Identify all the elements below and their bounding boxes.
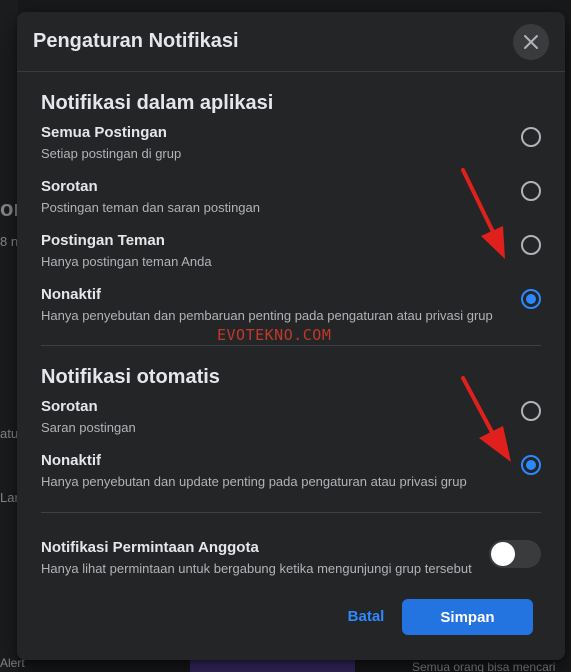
background-fragment: Lar (0, 490, 19, 505)
section-divider (41, 345, 541, 346)
radio-all-posts[interactable] (521, 127, 541, 147)
arrow-annotation-icon (461, 376, 511, 462)
option-description: Setiap postingan di grup (41, 146, 182, 161)
dialog-title: Pengaturan Notifikasi (33, 30, 239, 52)
option-description: Hanya lihat permintaan untuk bergabung k… (41, 561, 472, 576)
notification-settings-dialog: Pengaturan Notifikasi Notifikasi dalam a… (17, 12, 565, 660)
background-fragment: atu (0, 426, 19, 441)
option-description: Hanya penyebutan dan update penting pada… (41, 474, 467, 489)
section-title-auto: Notifikasi otomatis (41, 366, 220, 388)
member-requests-toggle[interactable] (489, 540, 541, 568)
radio-off-in-app[interactable] (521, 289, 541, 309)
radio-friends-posts[interactable] (521, 235, 541, 255)
save-button[interactable]: Simpan (402, 599, 533, 635)
radio-auto-off[interactable] (521, 455, 541, 475)
cancel-button[interactable]: Batal (341, 608, 391, 628)
section-title-in-app: Notifikasi dalam aplikasi (41, 92, 274, 114)
background-fragment: 8 n (0, 234, 19, 249)
close-icon (524, 35, 538, 49)
close-button[interactable] (513, 24, 549, 60)
option-label: Nonaktif (41, 286, 101, 303)
option-member-requests[interactable]: Notifikasi Permintaan Anggota Hanya liha… (41, 539, 481, 587)
option-label: Notifikasi Permintaan Anggota (41, 539, 259, 556)
dialog-header: Pengaturan Notifikasi (17, 12, 565, 72)
radio-auto-highlights[interactable] (521, 401, 541, 421)
option-description: Hanya penyebutan dan pembaruan penting p… (41, 308, 493, 323)
radio-highlights[interactable] (521, 181, 541, 201)
background-fragment: Semua orang bisa mencari (412, 660, 556, 672)
arrow-annotation-icon (461, 168, 505, 259)
option-label: Semua Postingan (41, 124, 167, 141)
watermark-text: EVOTEKNO.COM (217, 326, 332, 344)
background-left-strip (0, 0, 18, 672)
toggle-knob (491, 542, 515, 566)
section-divider (41, 512, 541, 513)
